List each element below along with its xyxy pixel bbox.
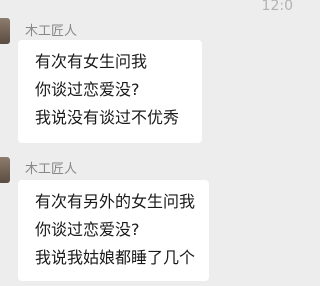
message-bubble[interactable]: 有次有另外的女生问我 你谈过恋爱没? 我说我姑娘都睡了几个 bbox=[18, 180, 209, 281]
message-line: 你谈过恋爱没? bbox=[35, 220, 140, 239]
message-bubble[interactable]: 有次有女生问我 你谈过恋爱没? 我说没有谈过不优秀 bbox=[18, 40, 202, 143]
sender-name: 木工匠人 bbox=[25, 24, 78, 39]
message-timestamp: 12:0 bbox=[261, 0, 293, 14]
message-line: 我说没有谈过不优秀 bbox=[35, 108, 180, 127]
sender-name: 木工匠人 bbox=[25, 162, 78, 177]
message-line: 有次有女生问我 bbox=[35, 52, 148, 71]
avatar[interactable] bbox=[0, 157, 10, 183]
message-line: 我说我姑娘都睡了几个 bbox=[35, 248, 196, 267]
message-line: 你谈过恋爱没? bbox=[35, 80, 140, 99]
message-line: 有次有另外的女生问我 bbox=[35, 192, 196, 211]
chat-window: 12:0 木工匠人 有次有女生问我 你谈过恋爱没? 我说没有谈过不优秀 木工匠人… bbox=[0, 0, 293, 286]
avatar[interactable] bbox=[0, 18, 10, 44]
